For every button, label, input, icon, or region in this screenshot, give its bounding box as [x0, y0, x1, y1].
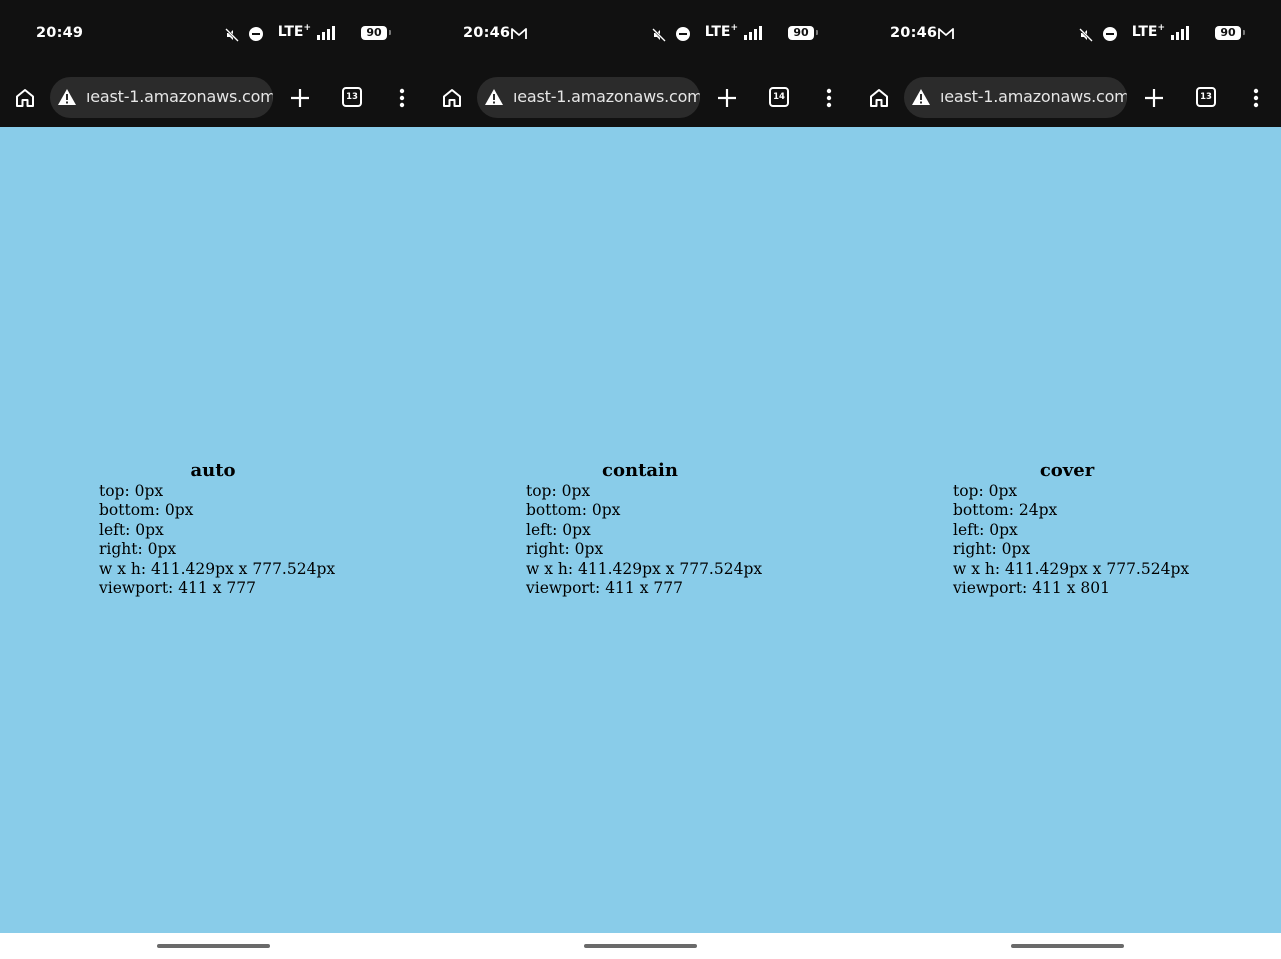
browser-toolbar: ıeast-1.amazonaws.com 14 — [427, 70, 854, 127]
info-viewport: viewport: 411 x 777 — [99, 579, 256, 598]
fit-mode-title: auto — [190, 460, 236, 481]
info-left: left: 0px — [953, 520, 1018, 539]
home-icon[interactable] — [13, 86, 37, 110]
gesture-handle[interactable] — [1011, 944, 1124, 948]
signal-icon — [1171, 26, 1189, 40]
address-bar[interactable]: ıeast-1.amazonaws.com — [477, 77, 700, 118]
browser-toolbar: ıeast-1.amazonaws.com 13 — [0, 70, 427, 127]
signal-icon — [317, 26, 335, 40]
warning-icon[interactable] — [57, 88, 77, 106]
navigation-bar — [854, 933, 1281, 959]
status-bar: 20:49 LTE+ 90 — [0, 0, 427, 70]
signal-icon — [744, 26, 762, 40]
tab-switcher-icon[interactable]: 13 — [1196, 87, 1216, 107]
info-right: right: 0px — [953, 540, 1031, 559]
battery-icon: 90 — [788, 26, 814, 40]
status-time: 20:49 — [36, 25, 84, 41]
more-vert-icon[interactable] — [819, 86, 839, 110]
address-bar[interactable]: ıeast-1.amazonaws.com — [50, 77, 273, 118]
info-top: top: 0px — [526, 482, 591, 500]
info-left: left: 0px — [526, 520, 591, 539]
info-top: top: 0px — [99, 482, 164, 500]
info-viewport: viewport: 411 x 801 — [953, 579, 1110, 598]
dnd-icon — [249, 27, 263, 41]
fit-mode-title: contain — [602, 460, 678, 481]
url-text[interactable]: ıeast-1.amazonaws.com — [86, 87, 273, 106]
plus-icon[interactable] — [1142, 86, 1166, 110]
phone-screen-contain: 20:46 LTE+ 90 ıeast-1.amazonaws.com 14 c… — [427, 0, 854, 959]
fit-mode-title: cover — [1039, 460, 1095, 481]
status-bar: 20:46 LTE+ 90 — [427, 0, 854, 70]
gesture-handle[interactable] — [157, 944, 270, 948]
info-bottom: bottom: 24px — [953, 501, 1058, 520]
page-viewport: cover top: 0px bottom: 24px left: 0px ri… — [854, 127, 1281, 933]
info-size: w x h: 411.429px x 777.524px — [99, 559, 336, 578]
plus-icon[interactable] — [288, 86, 312, 110]
mute-icon — [225, 28, 239, 42]
gmail-icon — [938, 28, 954, 39]
info-right: right: 0px — [526, 540, 604, 559]
home-icon[interactable] — [440, 86, 464, 110]
page-viewport: contain top: 0px bottom: 0px left: 0px r… — [427, 127, 854, 933]
status-time: 20:46 — [463, 25, 511, 41]
network-label: LTE+ — [1131, 23, 1165, 40]
navigation-bar — [427, 933, 854, 959]
info-top: top: 0px — [953, 482, 1018, 500]
info-bottom: bottom: 0px — [526, 501, 621, 520]
viewport-info: contain top: 0px bottom: 0px left: 0px r… — [526, 460, 762, 598]
network-label: LTE+ — [277, 23, 311, 40]
address-bar[interactable]: ıeast-1.amazonaws.com — [904, 77, 1127, 118]
info-viewport: viewport: 411 x 777 — [526, 579, 683, 598]
warning-icon[interactable] — [911, 88, 931, 106]
viewport-info: cover top: 0px bottom: 24px left: 0px ri… — [953, 460, 1189, 598]
battery-nub — [1243, 30, 1245, 35]
info-left: left: 0px — [99, 520, 164, 539]
plus-icon[interactable] — [715, 86, 739, 110]
more-vert-icon[interactable] — [1246, 86, 1266, 110]
mute-icon — [652, 28, 666, 42]
page-viewport: auto top: 0px bottom: 0px left: 0px righ… — [0, 127, 427, 933]
info-right: right: 0px — [99, 540, 177, 559]
url-text[interactable]: ıeast-1.amazonaws.com — [940, 87, 1127, 106]
phone-screen-auto: 20:49 LTE+ 90 ıeast-1.amazonaws.com 13 a… — [0, 0, 427, 959]
info-size: w x h: 411.429px x 777.524px — [953, 559, 1190, 578]
battery-icon: 90 — [1215, 26, 1241, 40]
phone-screen-cover: 20:46 LTE+ 90 ıeast-1.amazonaws.com 13 c… — [854, 0, 1281, 959]
info-size: w x h: 411.429px x 777.524px — [526, 559, 763, 578]
battery-nub — [816, 30, 818, 35]
mute-icon — [1079, 28, 1093, 42]
dnd-icon — [1103, 27, 1117, 41]
navigation-bar — [0, 933, 427, 959]
home-icon[interactable] — [867, 86, 891, 110]
warning-icon[interactable] — [484, 88, 504, 106]
screenshot-comparison: 20:49 LTE+ 90 ıeast-1.amazonaws.com 13 a… — [0, 0, 1281, 959]
more-vert-icon[interactable] — [392, 86, 412, 110]
status-time: 20:46 — [890, 25, 938, 41]
info-bottom: bottom: 0px — [99, 501, 194, 520]
gmail-icon — [511, 28, 527, 39]
battery-icon: 90 — [361, 26, 387, 40]
tab-switcher-icon[interactable]: 13 — [342, 87, 362, 107]
battery-nub — [389, 30, 391, 35]
status-bar: 20:46 LTE+ 90 — [854, 0, 1281, 70]
browser-toolbar: ıeast-1.amazonaws.com 13 — [854, 70, 1281, 127]
gesture-handle[interactable] — [584, 944, 697, 948]
tab-switcher-icon[interactable]: 14 — [769, 87, 789, 107]
url-text[interactable]: ıeast-1.amazonaws.com — [513, 87, 700, 106]
dnd-icon — [676, 27, 690, 41]
viewport-info: auto top: 0px bottom: 0px left: 0px righ… — [99, 460, 335, 598]
network-label: LTE+ — [704, 23, 738, 40]
